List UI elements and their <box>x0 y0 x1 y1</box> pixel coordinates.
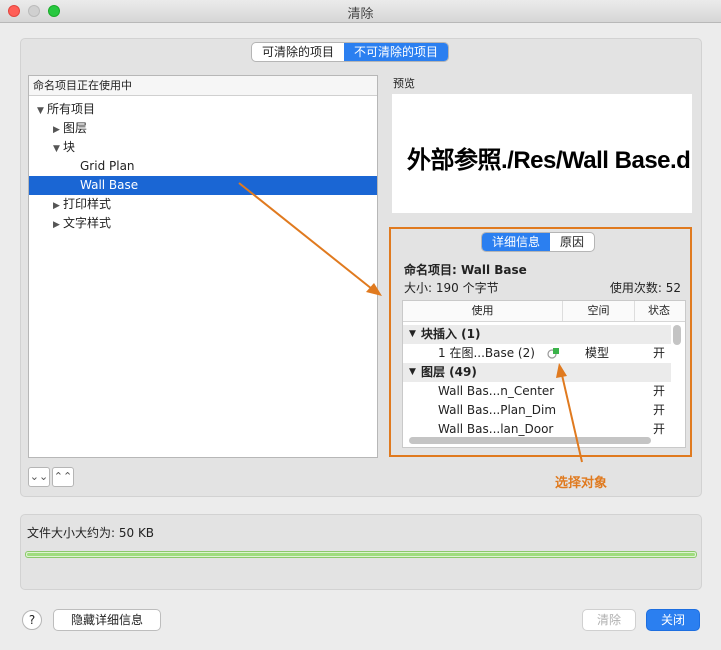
file-size-label: 文件大小大约为: 50 KB <box>27 526 155 540</box>
progress-bar <box>25 551 697 558</box>
select-object-annotation: 选择对象 <box>555 476 608 491</box>
arrow-line <box>561 374 583 463</box>
progress-fill <box>27 553 695 556</box>
purge-button[interactable]: 清除 <box>582 609 636 631</box>
help-button[interactable]: ? <box>22 610 42 630</box>
status-panel: 文件大小大约为: 50 KB <box>20 514 702 590</box>
arrow-head-icon <box>556 363 567 378</box>
hide-details-button[interactable]: 隐藏详细信息 <box>53 609 161 631</box>
arrow-line <box>238 182 373 290</box>
close-button[interactable]: 关闭 <box>646 609 700 631</box>
